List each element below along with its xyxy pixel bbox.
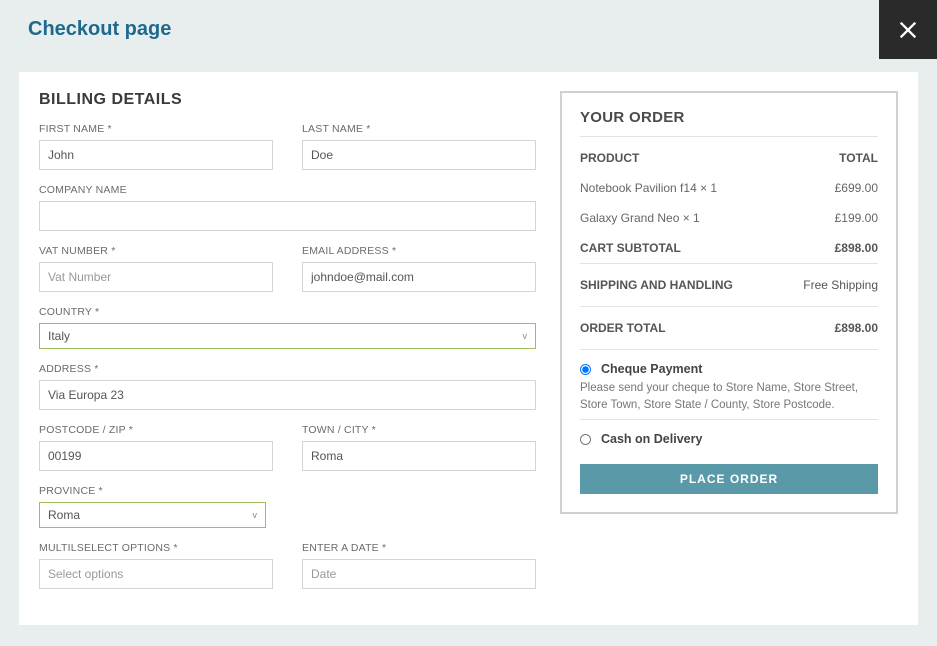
vat-input[interactable] [39, 262, 273, 292]
order-summary: YOUR ORDER PRODUCT TOTAL Notebook Pavili… [560, 91, 898, 514]
country-value: Italy [48, 329, 70, 343]
billing-heading: BILLING DETAILS [39, 91, 536, 109]
province-value: Roma [48, 508, 80, 522]
close-button[interactable] [879, 0, 937, 59]
date-input[interactable] [302, 559, 536, 589]
page-title: Checkout page [0, 18, 171, 41]
subtotal-label: CART SUBTOTAL [580, 241, 681, 255]
total-label: ORDER TOTAL [580, 321, 666, 335]
item-price: £699.00 [835, 181, 878, 195]
first-name-label: FIRST NAME * [39, 123, 273, 135]
header: Checkout page [0, 0, 937, 59]
item-name: Notebook Pavilion f14 × 1 [580, 181, 717, 195]
postcode-label: POSTCODE / ZIP * [39, 424, 273, 436]
address-input[interactable] [39, 380, 536, 410]
vat-label: VAT NUMBER * [39, 245, 273, 257]
country-label: COUNTRY * [39, 306, 536, 318]
company-label: COMPANY NAME [39, 184, 536, 196]
address-label: ADDRESS * [39, 363, 536, 375]
order-heading: YOUR ORDER [580, 109, 878, 126]
multiselect-field: MULTILSELECT OPTIONS * [39, 542, 273, 589]
province-label: PROVINCE * [39, 485, 536, 497]
checkout-content: BILLING DETAILS FIRST NAME * LAST NAME *… [19, 72, 918, 625]
product-header: PRODUCT [580, 151, 639, 165]
postcode-input[interactable] [39, 441, 273, 471]
order-item-row: Galaxy Grand Neo × 1 £199.00 [580, 203, 878, 233]
item-price: £199.00 [835, 211, 878, 225]
cod-label: Cash on Delivery [601, 432, 702, 446]
date-field: ENTER A DATE * [302, 542, 536, 589]
close-icon [897, 19, 919, 41]
subtotal-row: CART SUBTOTAL £898.00 [580, 233, 878, 263]
province-select[interactable]: Roma v [39, 502, 266, 528]
shipping-label: SHIPPING AND HANDLING [580, 278, 733, 292]
chevron-down-icon: v [253, 510, 258, 520]
last-name-input[interactable] [302, 140, 536, 170]
date-label: ENTER A DATE * [302, 542, 536, 554]
town-field: TOWN / CITY * [302, 424, 536, 471]
order-item-row: Notebook Pavilion f14 × 1 £699.00 [580, 173, 878, 203]
email-input[interactable] [302, 262, 536, 292]
place-order-button[interactable]: PLACE ORDER [580, 464, 878, 494]
cheque-desc: Please send your cheque to Store Name, S… [580, 380, 878, 413]
chevron-down-icon: v [523, 331, 528, 341]
postcode-field: POSTCODE / ZIP * [39, 424, 273, 471]
total-row: ORDER TOTAL £898.00 [580, 307, 878, 349]
company-field: COMPANY NAME [39, 184, 536, 231]
first-name-field: FIRST NAME * [39, 123, 273, 170]
item-name: Galaxy Grand Neo × 1 [580, 211, 700, 225]
total-header: TOTAL [839, 151, 878, 165]
address-field: ADDRESS * [39, 363, 536, 410]
subtotal-value: £898.00 [835, 241, 878, 255]
payment-cod: Cash on Delivery [580, 420, 878, 452]
cheque-label: Cheque Payment [601, 362, 702, 376]
town-input[interactable] [302, 441, 536, 471]
order-header-row: PRODUCT TOTAL [580, 137, 878, 173]
company-input[interactable] [39, 201, 536, 231]
first-name-input[interactable] [39, 140, 273, 170]
cheque-radio[interactable] [580, 364, 591, 375]
province-field: PROVINCE * Roma v [39, 485, 536, 528]
last-name-field: LAST NAME * [302, 123, 536, 170]
billing-section: BILLING DETAILS FIRST NAME * LAST NAME *… [39, 91, 536, 603]
shipping-row: SHIPPING AND HANDLING Free Shipping [580, 264, 878, 306]
shipping-value: Free Shipping [803, 278, 878, 292]
email-field: EMAIL ADDRESS * [302, 245, 536, 292]
last-name-label: LAST NAME * [302, 123, 536, 135]
multiselect-input[interactable] [39, 559, 273, 589]
country-select[interactable]: Italy v [39, 323, 536, 349]
email-label: EMAIL ADDRESS * [302, 245, 536, 257]
vat-field: VAT NUMBER * [39, 245, 273, 292]
multiselect-label: MULTILSELECT OPTIONS * [39, 542, 273, 554]
country-field: COUNTRY * Italy v [39, 306, 536, 349]
cod-radio[interactable] [580, 434, 591, 445]
town-label: TOWN / CITY * [302, 424, 536, 436]
total-value: £898.00 [835, 321, 878, 335]
payment-cheque: Cheque Payment Please send your cheque t… [580, 350, 878, 419]
